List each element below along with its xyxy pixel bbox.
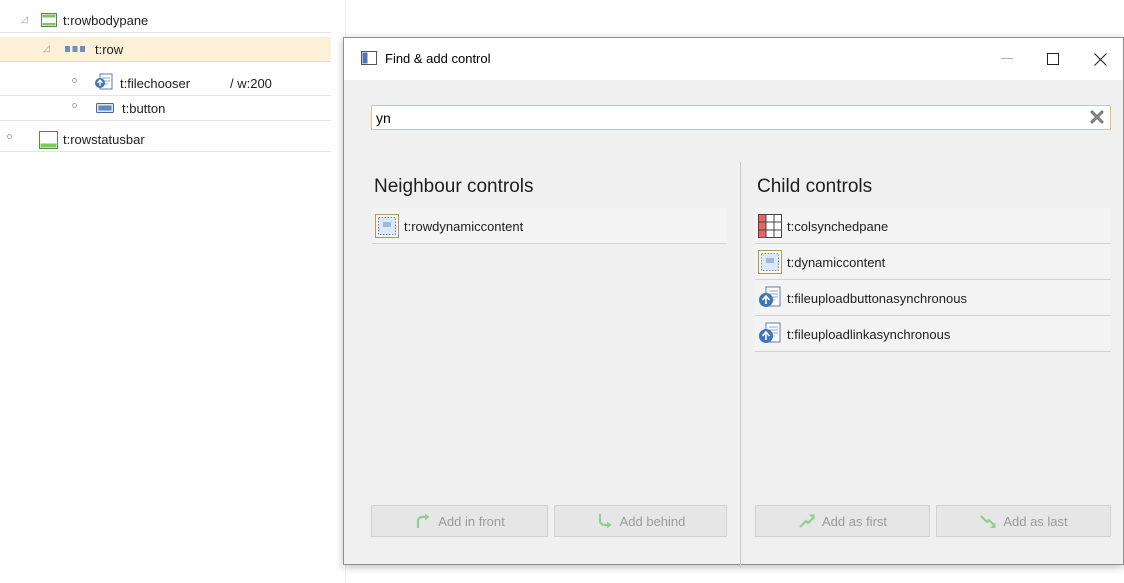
add-behind-button[interactable]: Add behind — [554, 505, 727, 537]
arrow-up-right-icon — [417, 513, 430, 528]
window-title: Find & add control — [385, 51, 491, 66]
maximize-button[interactable] — [1030, 38, 1076, 80]
close-icon — [1093, 52, 1107, 66]
tree-node-label: t:row — [95, 42, 124, 57]
child-controls-list[interactable]: t:colsynchedpane t:dynamiccontent t:file… — [755, 208, 1111, 494]
list-item[interactable]: t:dynamiccontent — [755, 244, 1111, 280]
find-add-control-dialog: Find & add control Neighbour controls t:… — [343, 37, 1124, 568]
search-box[interactable] — [371, 105, 1111, 130]
tree-node-label: t:button — [122, 101, 166, 116]
clear-search-icon[interactable] — [1090, 110, 1104, 124]
list-item-label: t:colsynchedpane — [787, 219, 889, 234]
minimize-button[interactable] — [984, 38, 1030, 80]
add-as-first-button[interactable]: Add as first — [755, 505, 930, 537]
tree-node-label: t:filechooser — [120, 76, 191, 91]
search-input[interactable] — [376, 108, 1076, 127]
leaf-bullet-icon — [7, 134, 12, 139]
tree-node-rowstatusbar[interactable]: t:rowstatusbar — [0, 127, 331, 152]
tree-node-filechooser[interactable]: t:filechooser / w:200 — [0, 71, 331, 96]
leaf-bullet-icon — [72, 103, 77, 108]
list-item-label: t:fileuploadbuttonasynchronous — [787, 291, 967, 306]
arrow-diagonal-down-icon — [980, 515, 996, 528]
list-item-label: t:dynamiccontent — [787, 255, 886, 270]
row-icon — [65, 46, 85, 52]
list-item-label: t:fileuploadlinkasynchronous — [787, 327, 951, 342]
add-as-first-label: Add as first — [821, 513, 888, 529]
component-tree: ◿ t:rowbodypane ◿ t:row t:filechooser / … — [0, 0, 346, 583]
file-upload-icon — [759, 286, 781, 307]
window-icon — [361, 51, 377, 65]
add-as-last-label: Add as last — [1003, 513, 1068, 529]
neighbour-controls-list[interactable]: t:rowdynamiccontent — [372, 208, 727, 494]
grid-pane-icon — [758, 214, 782, 238]
tree-node-rowbodypane[interactable]: ◿ t:rowbodypane — [0, 8, 331, 33]
button-icon — [96, 103, 114, 113]
maximize-icon — [1047, 53, 1059, 65]
file-upload-icon — [95, 73, 113, 90]
column-separator — [740, 162, 741, 568]
tree-node-label: t:rowstatusbar — [63, 132, 145, 147]
list-item[interactable]: t:fileuploadlinkasynchronous — [755, 316, 1111, 352]
list-item[interactable]: t:rowdynamiccontent — [372, 208, 727, 244]
tree-node-label: t:rowbodypane — [63, 13, 149, 28]
arrow-down-right-icon — [598, 514, 612, 529]
close-button[interactable] — [1077, 38, 1123, 80]
file-upload-icon — [759, 322, 781, 343]
child-controls-title: Child controls — [757, 176, 873, 197]
pane-icon — [41, 13, 57, 27]
collapse-arrow-icon[interactable]: ◿ — [43, 43, 50, 54]
title-bar[interactable]: Find & add control — [344, 38, 1123, 80]
add-behind-label: Add behind — [619, 513, 686, 529]
add-in-front-button[interactable]: Add in front — [371, 505, 548, 537]
add-in-front-label: Add in front — [438, 513, 505, 529]
dynamic-content-icon — [758, 250, 782, 274]
list-item[interactable]: t:fileuploadbuttonasynchronous — [755, 280, 1111, 316]
arrow-diagonal-up-icon — [799, 514, 815, 528]
add-as-last-button[interactable]: Add as last — [936, 505, 1111, 537]
neighbour-controls-title: Neighbour controls — [374, 176, 534, 197]
statusbar-icon — [39, 131, 58, 149]
dynamic-content-icon — [375, 214, 399, 238]
list-item-label: t:rowdynamiccontent — [404, 219, 524, 234]
tree-node-row[interactable]: ◿ t:row — [0, 37, 331, 62]
tree-node-width-attr: / w:200 — [230, 76, 272, 91]
leaf-bullet-icon — [72, 78, 77, 83]
collapse-arrow-icon[interactable]: ◿ — [21, 14, 28, 25]
list-item[interactable]: t:colsynchedpane — [755, 208, 1111, 244]
tree-node-button[interactable]: t:button — [0, 96, 331, 121]
minimize-icon — [1001, 58, 1013, 59]
